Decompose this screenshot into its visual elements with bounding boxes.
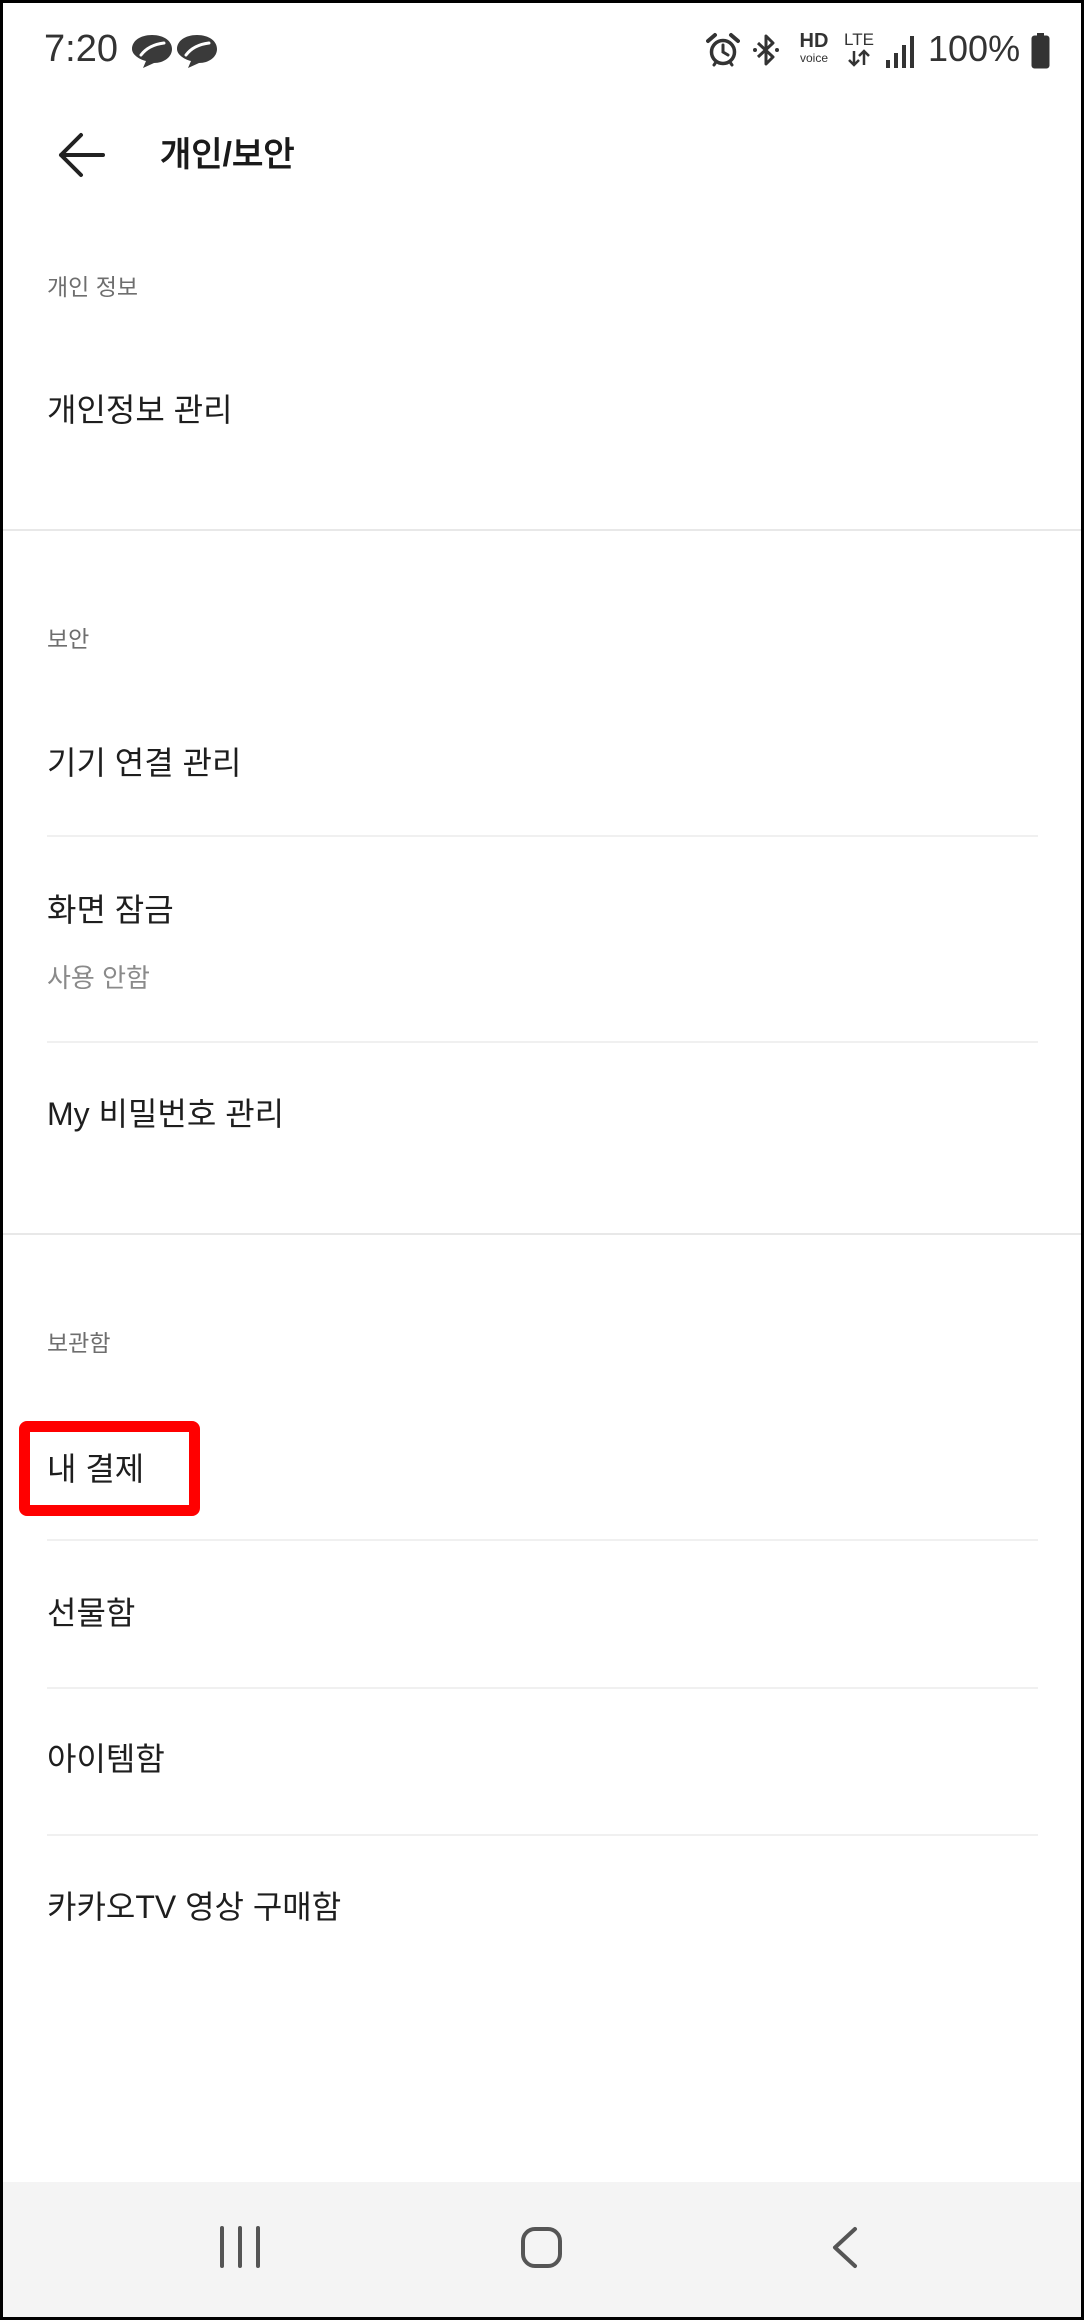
menu-item-my-password[interactable]: My 비밀번호 관리 — [0, 1059, 1084, 1169]
battery-percentage: 100% — [928, 28, 1021, 69]
section-label-personal-info: 개인 정보 — [47, 274, 139, 300]
lte-data-icon: LTE — [840, 30, 878, 70]
system-navigation-bar — [0, 2182, 1084, 2320]
hd-voice-sublabel: voice — [799, 51, 828, 65]
menu-item-label: 개인정보 관리 — [47, 392, 233, 428]
item-divider — [47, 1687, 1038, 1689]
menu-item-gift-box[interactable]: 선물함 — [0, 1558, 1084, 1668]
item-divider — [47, 1041, 1038, 1043]
hd-voice-icon: HD voice — [794, 30, 834, 70]
network-type: LTE — [844, 30, 874, 49]
status-time: 7:20 — [44, 28, 118, 70]
menu-item-label: 내 결제 — [47, 1451, 145, 1487]
menu-item-label: 선물함 — [47, 1595, 136, 1631]
battery-icon — [1031, 33, 1050, 74]
signal-icon — [885, 34, 917, 73]
menu-item-personal-info-management[interactable]: 개인정보 관리 — [0, 355, 1084, 465]
home-icon[interactable] — [520, 2226, 563, 2274]
menu-item-screen-lock[interactable]: 화면 잠금 사용 안함 — [0, 838, 1084, 1041]
item-divider — [47, 835, 1038, 837]
back-icon[interactable] — [831, 2226, 859, 2274]
section-divider — [0, 1233, 1084, 1235]
menu-item-label: 카카오TV 영상 구매함 — [47, 1889, 342, 1925]
section-label-security: 보안 — [47, 626, 90, 652]
section-label-storage: 보관함 — [47, 1330, 111, 1356]
menu-item-label: My 비밀번호 관리 — [47, 1096, 285, 1132]
hd-voice-label: HD — [799, 30, 829, 52]
menu-item-kakaotv-purchases[interactable]: 카카오TV 영상 구매함 — [0, 1852, 1084, 1962]
page-title: 개인/보안 — [160, 136, 295, 174]
app-notification-icon — [130, 33, 174, 75]
data-arrows-icon — [848, 49, 870, 67]
menu-item-label: 화면 잠금 — [47, 892, 174, 928]
menu-item-label: 아이템함 — [47, 1741, 165, 1777]
menu-item-subtitle: 사용 안함 — [47, 963, 150, 993]
bluetooth-icon — [752, 32, 780, 73]
recent-apps-icon[interactable] — [219, 2226, 261, 2273]
menu-item-item-box[interactable]: 아이템함 — [0, 1704, 1084, 1814]
app-notification-icon — [175, 33, 219, 75]
back-arrow-icon — [59, 133, 105, 177]
menu-item-label: 기기 연결 관리 — [47, 745, 242, 781]
menu-item-my-payments[interactable]: 내 결제 — [0, 1414, 1084, 1524]
item-divider — [47, 1834, 1038, 1836]
menu-item-device-connection[interactable]: 기기 연결 관리 — [0, 708, 1084, 818]
alarm-icon — [706, 32, 740, 73]
section-divider — [0, 529, 1084, 531]
item-divider — [47, 1539, 1038, 1541]
back-button[interactable] — [55, 129, 107, 181]
